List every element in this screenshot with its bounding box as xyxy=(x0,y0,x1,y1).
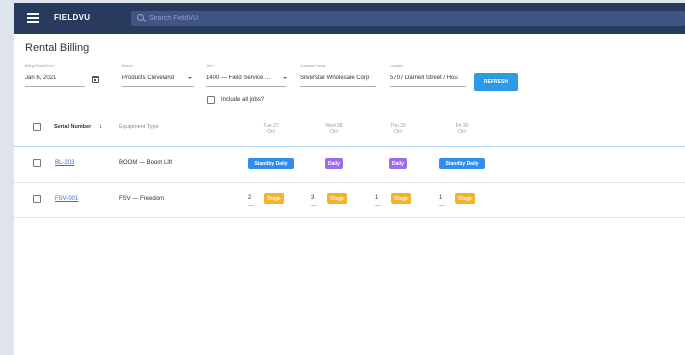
arrow-down-icon[interactable]: ↓ xyxy=(99,123,103,130)
job-label: Job * xyxy=(206,64,214,68)
branch-label: Branch xyxy=(122,64,134,68)
billing-period-label: Billing Period End * xyxy=(25,64,55,68)
branch-select[interactable]: Products Cleveland xyxy=(122,75,184,81)
serial-link[interactable]: FSV-001 xyxy=(55,196,78,202)
status-chip[interactable]: Stage xyxy=(264,193,284,204)
search-input[interactable] xyxy=(149,11,669,26)
search-bar[interactable] xyxy=(131,11,685,26)
day-quantity[interactable]: 1 xyxy=(375,195,378,201)
equipment-type: BOOM — Boom Lift xyxy=(119,160,173,166)
customer-label: Customer Name xyxy=(300,64,326,68)
day-header: Thu 29 Oct xyxy=(383,123,413,135)
customer-underline xyxy=(300,86,376,87)
column-header-serial[interactable]: Serial Number xyxy=(54,124,91,130)
select-all-checkbox[interactable] xyxy=(33,123,41,131)
job-underline xyxy=(206,86,286,87)
row-divider xyxy=(14,182,685,183)
job-select[interactable]: 1400 — Field Service ... xyxy=(206,75,276,81)
chevron-down-icon[interactable] xyxy=(283,77,287,79)
header-divider xyxy=(14,146,685,147)
include-all-jobs-label: Include all jobs? xyxy=(221,97,265,103)
day-quantity[interactable]: 3 xyxy=(311,195,314,201)
quantity-underline xyxy=(375,205,381,206)
calendar-icon[interactable] xyxy=(92,76,99,83)
location-field[interactable]: 5707 Darnell Street / Hou xyxy=(390,75,466,81)
status-chip[interactable]: Stage xyxy=(391,193,411,204)
row-checkbox[interactable] xyxy=(33,195,41,203)
quantity-underline xyxy=(311,205,317,206)
day-quantity[interactable]: 2 xyxy=(248,195,251,201)
location-label: Location xyxy=(390,64,404,68)
status-chip[interactable]: Standby Daily xyxy=(248,158,294,169)
row-checkbox[interactable] xyxy=(33,159,41,167)
day-month: Oct xyxy=(330,128,338,135)
app-window: FIELDVU Rental Billing Billing Period En… xyxy=(14,3,685,355)
brand-logo: FIELDVU xyxy=(54,13,91,22)
chevron-down-icon[interactable] xyxy=(188,77,192,79)
day-header: Fri 30 Oct xyxy=(447,123,477,135)
day-month: Oct xyxy=(394,128,402,135)
day-header: Tue 27 Oct xyxy=(256,123,286,135)
day-month: Oct xyxy=(267,128,275,135)
branch-underline xyxy=(122,86,194,87)
row-divider xyxy=(14,217,685,218)
top-bar: FIELDVU xyxy=(14,3,685,34)
location-underline xyxy=(390,86,466,87)
status-chip[interactable]: Daily xyxy=(325,158,343,169)
customer-field[interactable]: Silverstar Wholesale Corp xyxy=(300,75,376,81)
day-quantity[interactable]: 1 xyxy=(439,195,442,201)
equipment-type: FSV — Freedom xyxy=(119,196,165,202)
include-all-jobs-checkbox[interactable] xyxy=(207,96,215,104)
status-chip[interactable]: Standby Daily xyxy=(439,158,485,169)
serial-link[interactable]: BL-203 xyxy=(55,160,74,166)
search-icon xyxy=(137,14,144,21)
billing-period-underline xyxy=(25,86,85,87)
column-header-equipment: Equipment Type xyxy=(119,124,159,130)
quantity-underline xyxy=(439,205,445,206)
refresh-button[interactable]: REFRESH xyxy=(474,73,518,91)
status-chip[interactable]: Stage xyxy=(327,193,347,204)
day-header: Wed 28 Oct xyxy=(319,123,349,135)
quantity-underline xyxy=(248,205,254,206)
day-month: Oct xyxy=(458,128,466,135)
menu-icon[interactable] xyxy=(27,13,39,23)
page-title: Rental Billing xyxy=(25,42,90,54)
status-chip[interactable]: Daily xyxy=(389,158,407,169)
billing-period-field[interactable]: Jan 6, 2021 xyxy=(25,75,85,81)
status-chip[interactable]: Stage xyxy=(455,193,475,204)
